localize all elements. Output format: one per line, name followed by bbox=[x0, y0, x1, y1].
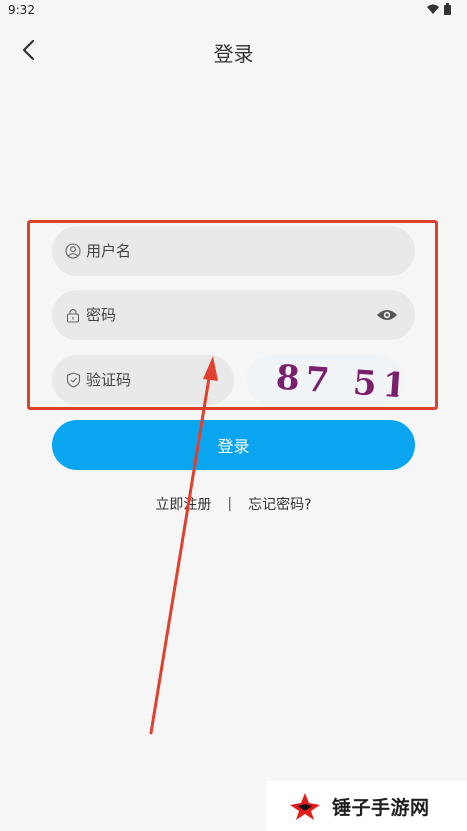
links-separator: | bbox=[227, 496, 233, 512]
register-link[interactable]: 立即注册 bbox=[155, 494, 211, 514]
page-title: 登录 bbox=[213, 42, 254, 66]
wifi-icon bbox=[427, 4, 439, 14]
forgot-password-link[interactable]: 忘记密码? bbox=[248, 494, 311, 514]
login-button[interactable]: 登录 bbox=[52, 420, 415, 470]
status-bar: 9:32 bbox=[0, 0, 467, 22]
annotation-arrow bbox=[149, 356, 218, 735]
status-icons bbox=[427, 3, 451, 15]
battery-icon bbox=[444, 3, 451, 15]
nav-bar: 登录 bbox=[0, 30, 467, 70]
annotation-highlight-box bbox=[27, 220, 438, 410]
watermark: 锤子手游网 bbox=[266, 781, 467, 831]
auth-links: 立即注册 | 忘记密码? bbox=[0, 494, 467, 514]
watermark-text: 锤子手游网 bbox=[332, 796, 430, 819]
star-logo-icon bbox=[290, 793, 320, 820]
status-time: 9:32 bbox=[8, 3, 35, 17]
